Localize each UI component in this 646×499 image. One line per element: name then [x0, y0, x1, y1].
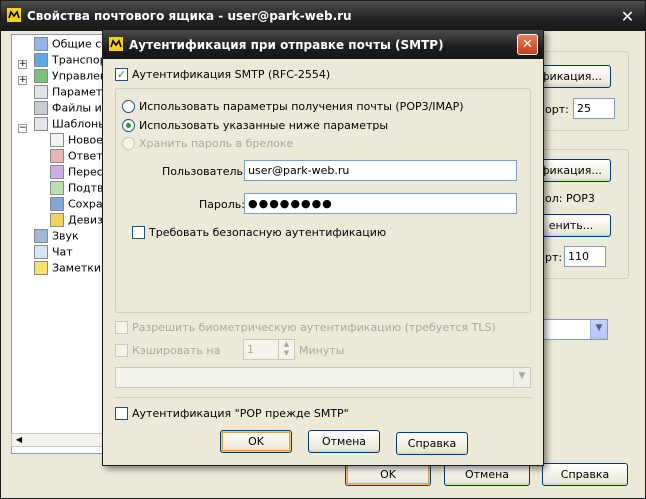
password-label: Пароль:: [199, 198, 245, 211]
settings-tree[interactable]: + + − Общие сведения Транспорт Управлени…: [11, 34, 111, 454]
port-label-1: орт:: [545, 103, 569, 116]
tree-item-motto[interactable]: Девиз: [50, 213, 110, 229]
reply-template-icon: [50, 149, 64, 163]
tree-item-management[interactable]: Управление: [34, 69, 110, 85]
user-field[interactable]: user@park-web.ru: [244, 160, 517, 181]
disabled-combo[interactable]: ▼: [115, 367, 531, 388]
tree-item-transport[interactable]: Транспорт: [34, 53, 110, 69]
tree-item-forward[interactable]: Пересылка: [50, 165, 110, 181]
outer-help-button[interactable]: Справка: [542, 463, 628, 486]
dialog-app-icon: [109, 37, 123, 51]
cancel-button[interactable]: Отмена: [308, 430, 380, 453]
tree-item-new[interactable]: Новое: [50, 133, 110, 149]
ok-button[interactable]: OK: [220, 430, 292, 453]
templates-icon: [34, 117, 48, 131]
biometric-checkbox[interactable]: [115, 321, 128, 334]
tree-item-parameters[interactable]: Параметры: [34, 85, 110, 101]
protocol-label: ол:: [545, 192, 563, 205]
files-icon: [34, 101, 48, 115]
smtp-auth-dialog: Аутентификация при отправке почты (SMTP)…: [102, 29, 544, 466]
incoming-port-field[interactable]: 110: [564, 246, 606, 267]
outer-cancel-button[interactable]: Отмена: [444, 463, 530, 486]
chat-icon: [34, 245, 48, 259]
secure-auth-checkbox[interactable]: [132, 226, 145, 239]
confirm-template-icon: [50, 181, 64, 195]
outer-ok-button[interactable]: OK: [345, 463, 431, 486]
close-icon[interactable]: ✕: [517, 34, 538, 55]
outer-window-title: Свойства почтового ящика - user@park-web…: [27, 9, 352, 23]
smtp-auth-checkbox[interactable]: ✓: [115, 68, 128, 81]
forward-template-icon: [50, 165, 64, 179]
cache-minutes-field[interactable]: 1: [243, 339, 279, 360]
tree-item-sound[interactable]: Звук: [34, 229, 110, 245]
radio-use-below-label: Использовать указанные ниже параметры: [139, 119, 389, 132]
outer-combo[interactable]: ▼: [541, 319, 608, 340]
app-icon: [7, 8, 21, 22]
scroll-left-icon[interactable]: ◀: [13, 435, 25, 445]
tree-item-general[interactable]: Общие сведения: [34, 37, 110, 53]
parameters-icon: [34, 85, 48, 99]
keychain-label: Хранить пароль в брелоке: [139, 137, 294, 150]
secure-auth-label: Требовать безопасную аутентификацию: [149, 226, 387, 239]
notes-icon: [34, 261, 48, 275]
dialog-title: Аутентификация при отправке почты (SMTP): [129, 38, 444, 52]
protocol-value: POP3: [566, 192, 595, 205]
radio-keychain[interactable]: [122, 137, 135, 150]
pop-before-smtp-label: Аутентификация "POP прежде SMTP": [132, 407, 349, 420]
expand-management-icon[interactable]: +: [18, 76, 27, 85]
motto-template-icon: [50, 213, 64, 227]
outer-title-bar[interactable]: Свойства почтового ящика - user@park-web…: [1, 1, 645, 31]
outgoing-server-group: [541, 51, 629, 131]
expand-transport-icon[interactable]: +: [18, 60, 27, 69]
chevron-down-icon[interactable]: ▼: [513, 368, 530, 387]
radio-use-receive[interactable]: [122, 100, 135, 113]
cache-unit-label: Минуты: [299, 344, 345, 357]
radio-use-receive-label: Использовать параметры получения почты (…: [139, 100, 464, 113]
cache-label: Кэшировать на: [132, 344, 221, 357]
password-field[interactable]: ●●●●●●●●: [244, 193, 517, 214]
radio-use-below[interactable]: [122, 119, 135, 132]
new-template-icon: [50, 133, 64, 147]
mailbox-icon: [34, 37, 48, 51]
chevron-down-icon[interactable]: ▼: [590, 320, 607, 339]
biometric-label: Разрешить биометрическую аутентификацию …: [132, 321, 496, 334]
tree-item-chat[interactable]: Чат: [34, 245, 110, 261]
port-label-2: рт:: [545, 251, 563, 264]
tree-item-templates[interactable]: Шаблоны: [34, 117, 110, 133]
smtp-auth-label: Аутентификация SMTP (RFC-2554): [132, 68, 331, 81]
dialog-title-bar[interactable]: Аутентификация при отправке почты (SMTP)…: [103, 30, 543, 59]
sound-icon: [34, 229, 48, 243]
divider: [115, 397, 531, 398]
outer-close-icon[interactable]: ✕: [617, 6, 638, 27]
save-template-icon: [50, 197, 64, 211]
tree-item-confirm[interactable]: Подтверждение: [50, 181, 110, 197]
cache-checkbox[interactable]: [115, 344, 128, 357]
pop-before-smtp-checkbox[interactable]: [115, 407, 128, 420]
tree-item-notes[interactable]: Заметки: [34, 261, 110, 277]
tree-item-save[interactable]: Сохранение: [50, 197, 110, 213]
help-button[interactable]: Справка: [396, 432, 468, 455]
cache-spinner[interactable]: ▲ ▼: [278, 339, 295, 360]
tree-item-files[interactable]: Файлы и каталоги: [34, 101, 110, 117]
user-label: Пользователь:: [162, 165, 247, 178]
management-icon: [34, 69, 48, 83]
transport-icon: [34, 53, 48, 67]
tree-item-reply[interactable]: Ответ: [50, 149, 110, 165]
outgoing-port-field[interactable]: 25: [573, 98, 615, 119]
tree-horizontal-scrollbar[interactable]: ◀: [11, 433, 111, 447]
expand-templates-icon[interactable]: −: [18, 124, 27, 133]
